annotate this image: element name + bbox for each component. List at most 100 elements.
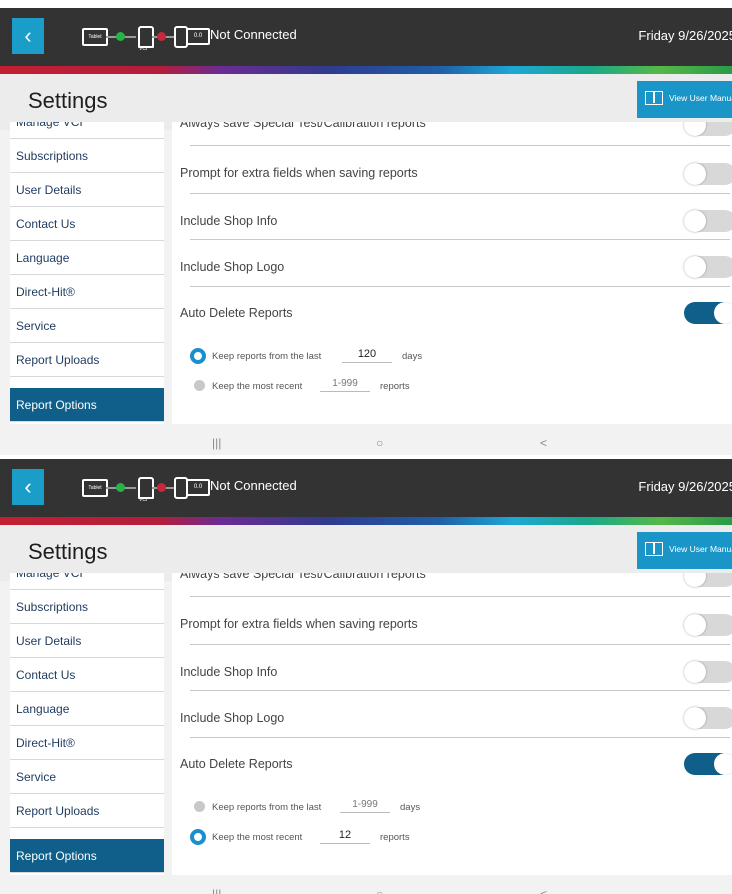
- count-input[interactable]: 1-999: [320, 378, 370, 392]
- vci-label: VCI: [139, 46, 148, 52]
- app-header: ‹ Tablet VCI 0.0 Not Connected Friday 9/…: [0, 8, 732, 66]
- sidebar-item-manage-vci[interactable]: Manage VCI: [10, 122, 164, 139]
- auto-delete-toggle[interactable]: [684, 753, 732, 775]
- page-title: Settings: [28, 539, 108, 564]
- tablet-label: Tablet: [88, 485, 102, 491]
- auto-delete-toggle[interactable]: [684, 302, 732, 324]
- toggle-knob: [684, 122, 706, 136]
- days-input[interactable]: 120: [342, 348, 392, 363]
- option-suffix: reports: [380, 381, 410, 392]
- toggle-switch[interactable]: [684, 210, 732, 232]
- date-display: Friday 9/26/2025: [638, 479, 732, 494]
- report-options-panel: Always save Special Test/Calibration rep…: [172, 573, 732, 875]
- tablet-link-indicator: [116, 483, 125, 492]
- toggle-knob: [684, 614, 706, 636]
- android-navigation-bar: ||| ○ <: [0, 883, 732, 894]
- sidebar-item-subscriptions[interactable]: Subscriptions: [10, 590, 164, 624]
- vehicle-link-indicator: [157, 483, 166, 492]
- divider: [190, 286, 730, 287]
- home-button[interactable]: ○: [376, 887, 383, 894]
- sidebar-item-contact-us[interactable]: Contact Us: [10, 207, 164, 241]
- back-button[interactable]: ‹: [12, 469, 44, 505]
- toggle-switch[interactable]: [684, 163, 732, 185]
- divider: [190, 644, 730, 645]
- toggle-knob: [684, 707, 706, 729]
- battery-icon: 0.0: [186, 479, 210, 496]
- setting-label: Always save Special Test/Calibration rep…: [180, 573, 426, 581]
- sidebar-item-user-details[interactable]: User Details: [10, 624, 164, 658]
- toggle-knob: [684, 163, 706, 185]
- setting-label: Auto Delete Reports: [180, 306, 293, 320]
- setting-label: Prompt for extra fields when saving repo…: [180, 617, 418, 631]
- battery-icon: 0.0: [186, 28, 210, 45]
- sidebar-item-language[interactable]: Language: [10, 692, 164, 726]
- sidebar-item-report-options[interactable]: Report Options: [10, 839, 164, 873]
- toggle-knob: [684, 573, 706, 587]
- radio-keep-days[interactable]: [190, 348, 206, 364]
- divider: [190, 145, 730, 146]
- radio-keep-count[interactable]: [194, 380, 205, 391]
- setting-label: Always save Special Test/Calibration rep…: [180, 122, 426, 130]
- count-input[interactable]: 12: [320, 829, 370, 844]
- toggle-switch[interactable]: [684, 707, 732, 729]
- brand-color-strip: [0, 517, 732, 525]
- android-navigation-bar: ||| ○ <: [0, 432, 732, 455]
- toggle-knob: [714, 302, 732, 324]
- setting-label: Include Shop Logo: [180, 711, 285, 725]
- option-prefix: Keep reports from the last: [212, 802, 322, 813]
- view-user-manual-label: View User Manual: [669, 93, 732, 103]
- recents-button[interactable]: |||: [212, 436, 221, 450]
- toggle-switch[interactable]: [684, 614, 732, 636]
- days-input[interactable]: 1-999: [340, 799, 390, 813]
- radio-keep-days[interactable]: [194, 801, 205, 812]
- tablet-link-indicator: [116, 32, 125, 41]
- chevron-left-icon: ‹: [24, 474, 32, 499]
- book-icon: [645, 542, 663, 556]
- sidebar-item-direct-hit[interactable]: Direct-Hit®: [10, 726, 164, 760]
- option-prefix: Keep the most recent: [212, 832, 303, 843]
- toggle-switch[interactable]: [684, 256, 732, 278]
- vci-label: VCI: [139, 497, 148, 503]
- sidebar-item-service[interactable]: Service: [10, 760, 164, 794]
- date-display: Friday 9/26/2025: [638, 28, 732, 43]
- divider: [190, 596, 730, 597]
- sidebar-item-report-options[interactable]: Report Options: [10, 388, 164, 422]
- setting-label: Include Shop Logo: [180, 260, 285, 274]
- divider: [190, 737, 730, 738]
- sidebar-item-report-uploads[interactable]: Report Uploads: [10, 343, 164, 377]
- sidebar-item-subscriptions[interactable]: Subscriptions: [10, 139, 164, 173]
- toggle-knob: [714, 753, 732, 775]
- option-suffix: days: [400, 802, 421, 813]
- setting-label: Prompt for extra fields when saving repo…: [180, 166, 418, 180]
- sidebar-item-direct-hit[interactable]: Direct-Hit®: [10, 275, 164, 309]
- screenshot-2: ‹ Tablet VCI 0.0 Not Connected Friday 9/…: [0, 459, 732, 894]
- sidebar-item-language[interactable]: Language: [10, 241, 164, 275]
- toggle-switch[interactable]: [684, 661, 732, 683]
- sidebar-item-service[interactable]: Service: [10, 309, 164, 343]
- radio-keep-count[interactable]: [190, 829, 206, 845]
- setting-label: Include Shop Info: [180, 214, 278, 228]
- system-back-button[interactable]: <: [540, 887, 547, 894]
- screenshot-1: ‹ Tablet VCI 0.0 Not Connected Friday 9/…: [0, 8, 732, 455]
- settings-sidebar: Manage VCI Subscriptions User Details Co…: [10, 573, 164, 875]
- sidebar-item-user-details[interactable]: User Details: [10, 173, 164, 207]
- battery-voltage: 0.0: [193, 33, 203, 39]
- home-button[interactable]: ○: [376, 436, 383, 450]
- sidebar-item-manage-vci[interactable]: Manage VCI: [10, 573, 164, 590]
- sidebar-item-report-uploads[interactable]: Report Uploads: [10, 794, 164, 828]
- toggle-knob: [684, 661, 706, 683]
- view-user-manual-button[interactable]: View User Manual: [637, 81, 732, 118]
- toggle-switch[interactable]: [684, 122, 732, 136]
- option-prefix: Keep reports from the last: [212, 351, 322, 362]
- sidebar-item-contact-us[interactable]: Contact Us: [10, 658, 164, 692]
- battery-voltage: 0.0: [193, 484, 203, 490]
- divider: [190, 193, 730, 194]
- system-back-button[interactable]: <: [540, 436, 547, 450]
- divider: [190, 239, 730, 240]
- connection-status-text: Not Connected: [210, 478, 297, 493]
- back-button[interactable]: ‹: [12, 18, 44, 54]
- setting-label: Include Shop Info: [180, 665, 278, 679]
- recents-button[interactable]: |||: [212, 887, 221, 894]
- view-user-manual-button[interactable]: View User Manual: [637, 532, 732, 569]
- toggle-switch[interactable]: [684, 573, 732, 587]
